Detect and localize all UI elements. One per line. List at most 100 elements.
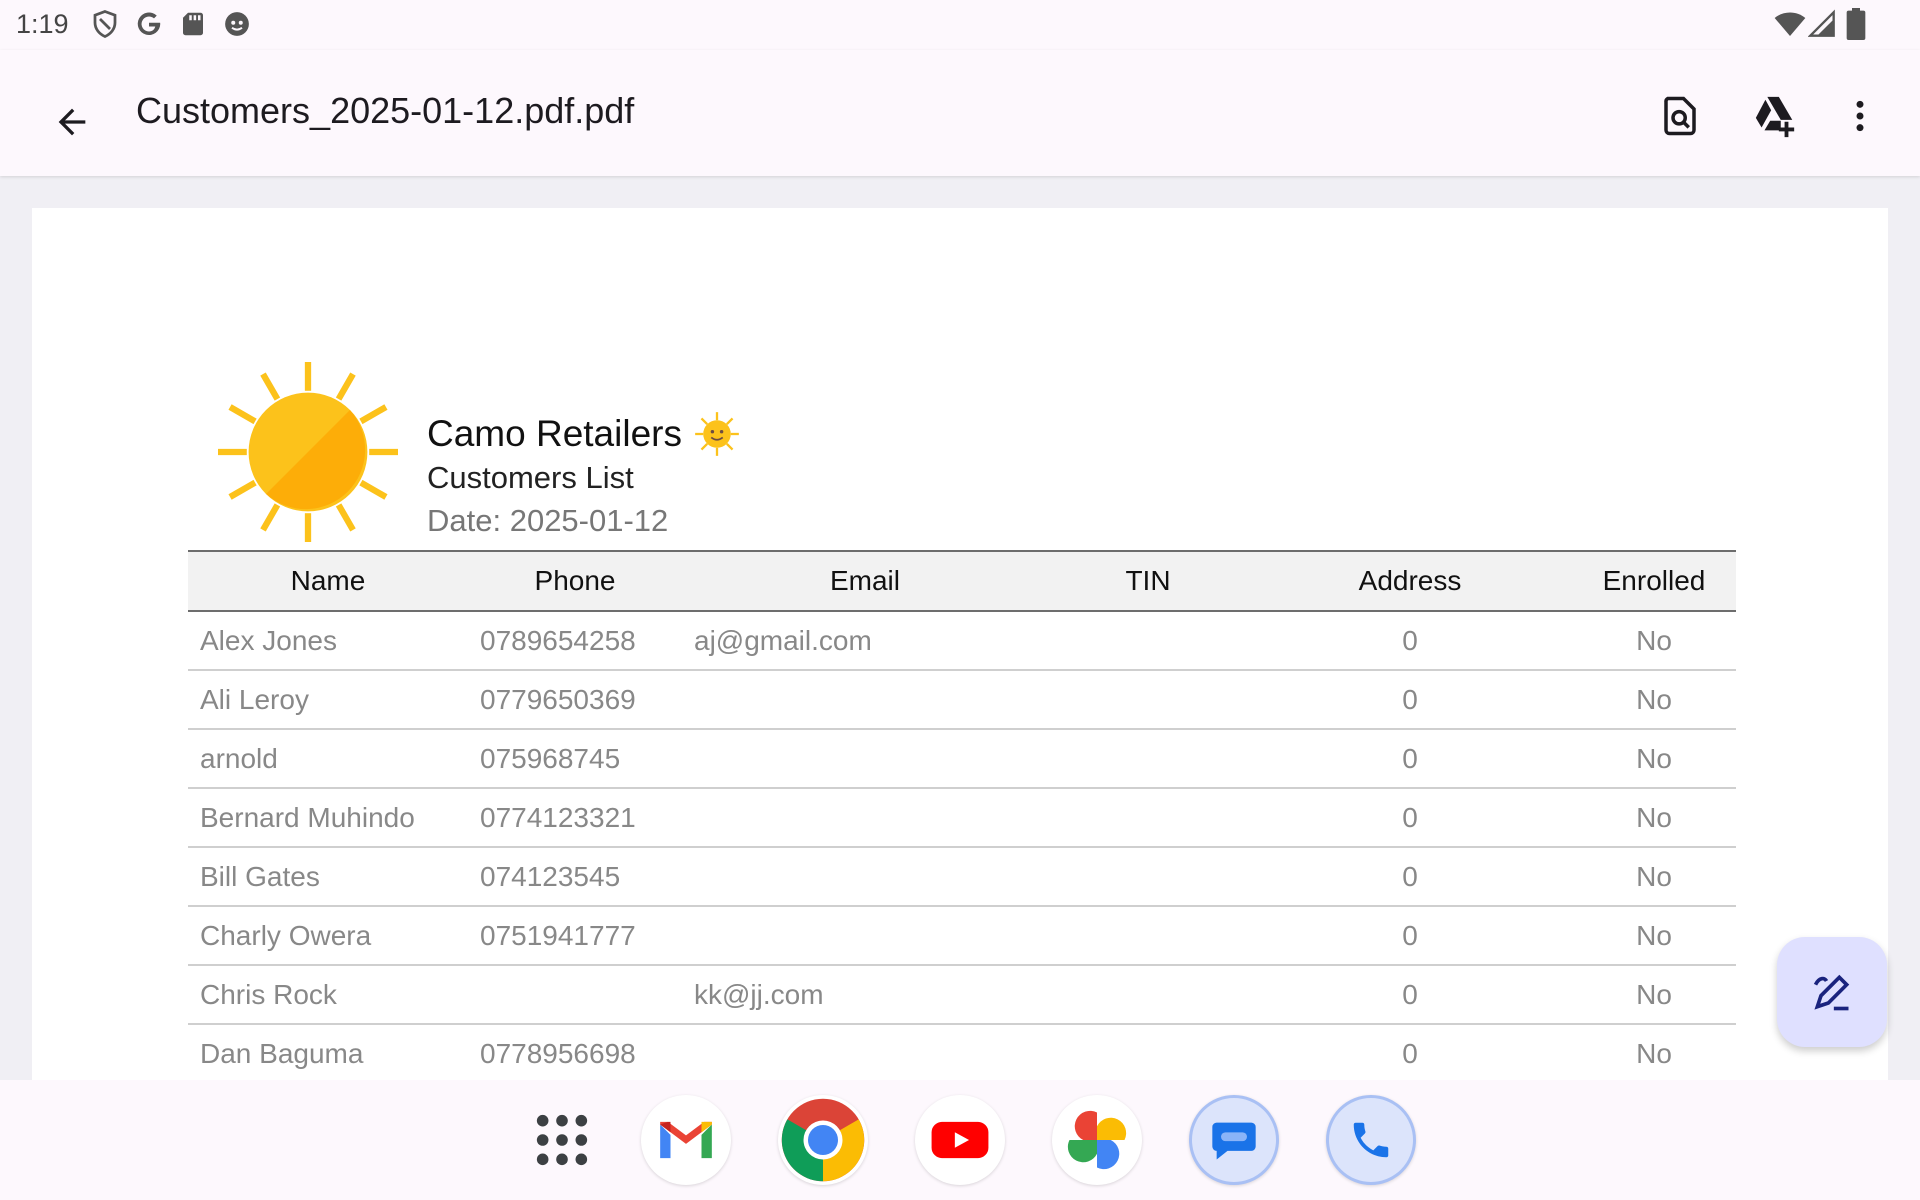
- sd-card-icon: [183, 12, 203, 36]
- more-options-button[interactable]: [1829, 85, 1891, 147]
- cell-tin: [1048, 788, 1248, 848]
- cell-address: 0: [1248, 1024, 1572, 1084]
- cell-tin: [1048, 965, 1248, 1025]
- cell-address: 0: [1248, 906, 1572, 966]
- find-in-page-icon: [1664, 96, 1696, 136]
- cell-tin: [1048, 847, 1248, 907]
- chrome-app[interactable]: [778, 1095, 868, 1185]
- table-row: Bernard Muhindo 0774123321 0 No: [188, 788, 1736, 848]
- messages-icon: [1212, 1122, 1256, 1160]
- cell-email: [682, 729, 1048, 789]
- cell-tin: [1048, 670, 1248, 730]
- cell-email: [682, 1024, 1048, 1084]
- cell-email: [682, 670, 1048, 730]
- header-email: Email: [682, 550, 1048, 612]
- cell-name: Dan Baguma: [188, 1024, 468, 1084]
- wifi-icon: [1774, 12, 1806, 36]
- photos-icon: [1067, 1110, 1127, 1170]
- document-title: Customers_2025-01-12.pdf.pdf: [136, 90, 635, 131]
- cell-enrolled: No: [1572, 1024, 1736, 1084]
- cell-name: Bernard Muhindo: [188, 788, 468, 848]
- app-drawer-icon: [536, 1114, 588, 1166]
- table-header-row: Name Phone Email TIN Address Enrolled: [188, 550, 1736, 612]
- cell-name: Ali Leroy: [188, 670, 468, 730]
- messages-app[interactable]: [1189, 1095, 1279, 1185]
- cell-enrolled: No: [1572, 906, 1736, 966]
- cell-enrolled: No: [1572, 847, 1736, 907]
- table-row: Dan Baguma 0778956698 0 No: [188, 1024, 1736, 1084]
- cell-phone: [468, 965, 682, 1025]
- find-in-page-button[interactable]: [1649, 85, 1711, 147]
- more-vert-icon: [1856, 100, 1864, 132]
- sun-logo: [218, 362, 398, 542]
- back-arrow-icon: [58, 108, 86, 136]
- pdf-page[interactable]: Camo Retailers Customers List Date: 2025…: [32, 208, 1888, 1108]
- battery-icon: [1846, 8, 1866, 40]
- cell-name: Charly Owera: [188, 906, 468, 966]
- company-name: Camo Retailers: [427, 411, 740, 457]
- youtube-icon: [931, 1121, 989, 1159]
- youtube-app[interactable]: [915, 1095, 1005, 1185]
- annotate-pen-icon: [1813, 974, 1850, 1011]
- cell-tin: [1048, 729, 1248, 789]
- gmail-app[interactable]: [641, 1095, 731, 1185]
- cell-tin: [1048, 1024, 1248, 1084]
- cell-enrolled: No: [1572, 965, 1736, 1025]
- cell-phone: 075968745: [468, 729, 682, 789]
- cell-name: Bill Gates: [188, 847, 468, 907]
- cell-address: 0: [1248, 611, 1572, 671]
- customers-table: Name Phone Email TIN Address Enrolled Al…: [188, 550, 1736, 1084]
- cell-enrolled: No: [1572, 670, 1736, 730]
- app-drawer-button[interactable]: [517, 1095, 607, 1185]
- cell-address: 0: [1248, 788, 1572, 848]
- cell-name: Alex Jones: [188, 611, 468, 671]
- header-phone: Phone: [468, 550, 682, 612]
- phone-icon: [1353, 1122, 1389, 1158]
- cellular-signal-icon: [1808, 9, 1835, 37]
- table-row: arnold 075968745 0 No: [188, 729, 1736, 789]
- annotate-fab-button[interactable]: [1777, 937, 1887, 1047]
- phone-app[interactable]: [1326, 1095, 1416, 1185]
- google-icon: [137, 12, 161, 36]
- face-icon: [225, 12, 249, 36]
- cell-email: aj@gmail.com: [682, 611, 1048, 671]
- company-name-text: Camo Retailers: [427, 413, 682, 454]
- cell-address: 0: [1248, 729, 1572, 789]
- cell-email: [682, 788, 1048, 848]
- cell-phone: 0789654258: [468, 611, 682, 671]
- cell-name: Chris Rock: [188, 965, 468, 1025]
- cell-phone: 0779650369: [468, 670, 682, 730]
- header-tin: TIN: [1048, 550, 1248, 612]
- cell-email: kk@jj.com: [682, 965, 1048, 1025]
- add-to-drive-icon: [1755, 96, 1795, 138]
- cell-enrolled: No: [1572, 788, 1736, 848]
- shield-icon: [93, 10, 117, 39]
- photos-app[interactable]: [1052, 1095, 1142, 1185]
- table-row: Chris Rock kk@jj.com 0 No: [188, 965, 1736, 1025]
- cell-name: arnold: [188, 729, 468, 789]
- header-enrolled: Enrolled: [1572, 550, 1736, 612]
- cell-tin: [1048, 906, 1248, 966]
- chrome-icon: [781, 1098, 865, 1182]
- table-row: Charly Owera 0751941777 0 No: [188, 906, 1736, 966]
- app-bar: Customers_2025-01-12.pdf.pdf: [0, 50, 1920, 176]
- cell-email: [682, 847, 1048, 907]
- cell-tin: [1048, 611, 1248, 671]
- status-bar: 1:19: [0, 0, 1920, 50]
- cell-phone: 0778956698: [468, 1024, 682, 1084]
- back-button[interactable]: [40, 90, 104, 154]
- cell-address: 0: [1248, 847, 1572, 907]
- cell-address: 0: [1248, 670, 1572, 730]
- status-time: 1:19: [16, 9, 69, 39]
- cell-enrolled: No: [1572, 729, 1736, 789]
- cell-phone: 0774123321: [468, 788, 682, 848]
- gmail-icon: [660, 1121, 712, 1159]
- cell-phone: 074123545: [468, 847, 682, 907]
- cell-address: 0: [1248, 965, 1572, 1025]
- app-dock: [0, 1080, 1920, 1200]
- cell-phone: 0751941777: [468, 906, 682, 966]
- sun-face-emoji-icon: [695, 412, 739, 456]
- table-row: Alex Jones 0789654258 aj@gmail.com 0 No: [188, 611, 1736, 671]
- cell-email: [682, 906, 1048, 966]
- add-to-drive-button[interactable]: [1744, 85, 1806, 147]
